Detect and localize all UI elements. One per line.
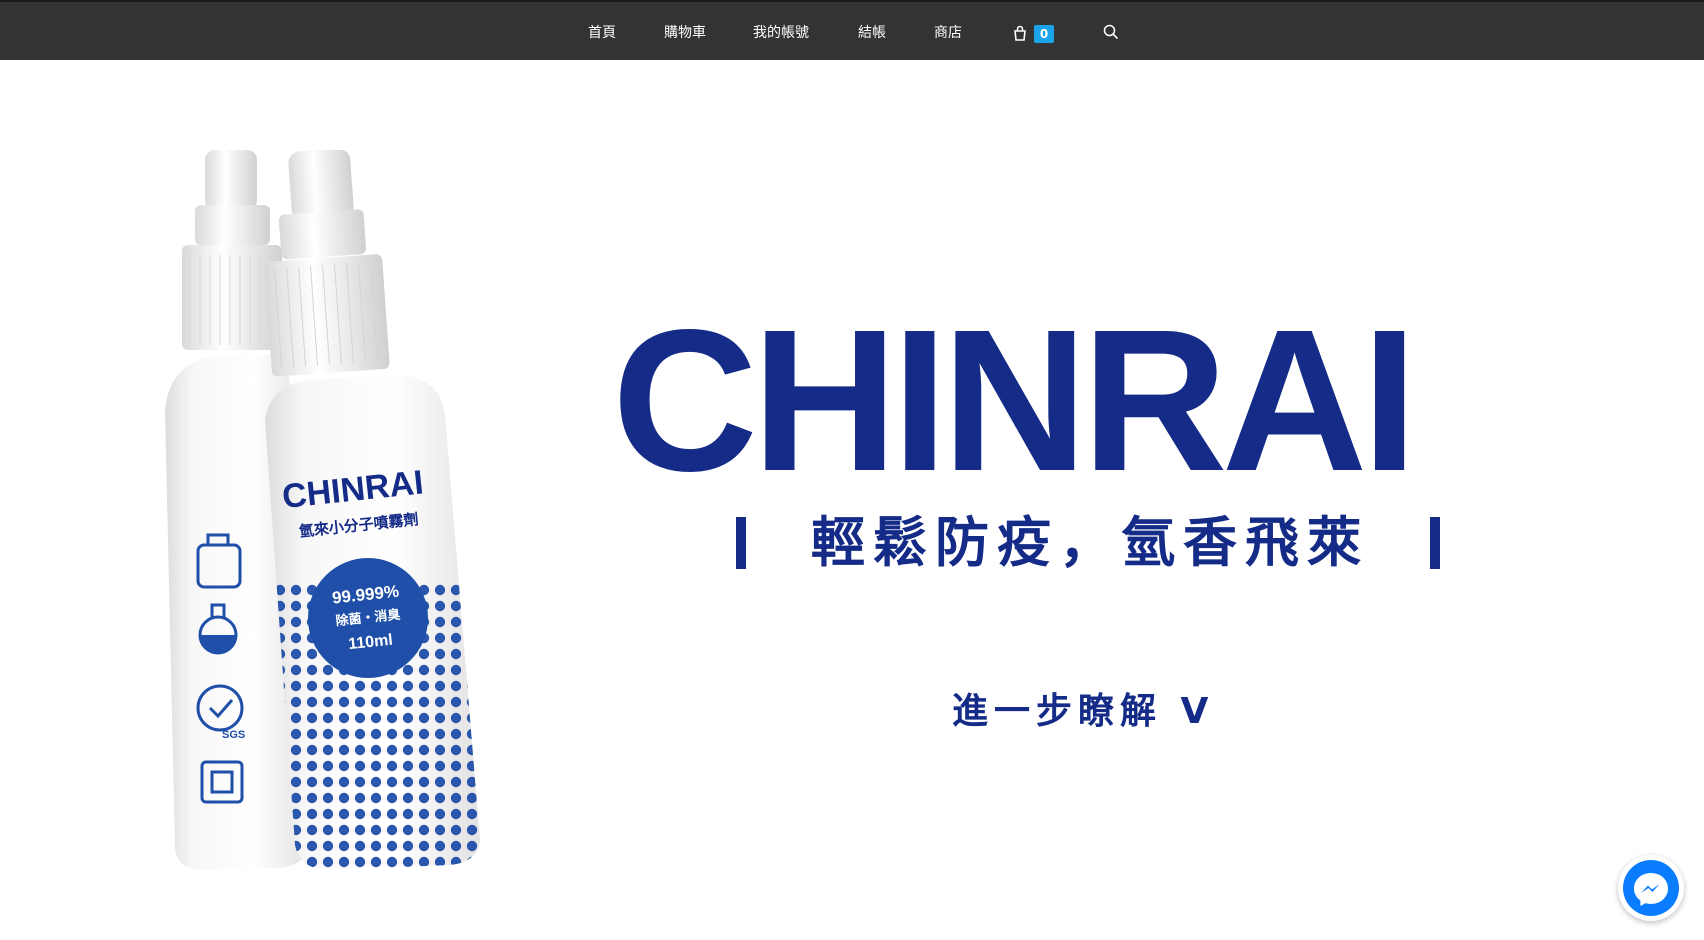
learn-more-link[interactable]: 進一步瞭解 V: [952, 690, 1214, 734]
tagline-right-bar: [1430, 517, 1440, 569]
brand-headline: CHINRAI: [612, 287, 1418, 513]
nav-my-account[interactable]: 我的帳號: [753, 24, 809, 42]
nav-cart[interactable]: 購物車: [664, 24, 706, 42]
hero-section: SGS CHINRAI 氫來小分子噴霧劑 99.999% 除菌・消臭 110ml…: [0, 60, 1704, 933]
cart-count-badge: 0: [1034, 25, 1054, 43]
search-button[interactable]: [1103, 24, 1119, 44]
shopping-bag-icon: [1014, 25, 1026, 41]
nav-home[interactable]: 首頁: [588, 24, 616, 42]
product-bottles-image: SGS CHINRAI 氫來小分子噴霧劑 99.999% 除菌・消臭 110ml: [165, 150, 480, 870]
search-icon: [1103, 24, 1119, 40]
front-bottle: CHINRAI 氫來小分子噴霧劑 99.999% 除菌・消臭 110ml: [264, 150, 480, 870]
nav-checkout[interactable]: 結帳: [858, 24, 886, 42]
main-nav: 首頁 購物車 我的帳號 結帳 商店 0: [0, 2, 1704, 60]
messenger-chat-button[interactable]: [1618, 855, 1684, 921]
nav-shop[interactable]: 商店: [934, 24, 962, 42]
sgs-mark: SGS: [222, 729, 245, 741]
tagline-row: 輕鬆防疫，氫香飛萊: [730, 510, 1450, 580]
tagline: 輕鬆防疫，氫香飛萊: [811, 511, 1369, 574]
top-navbar: 首頁 購物車 我的帳號 結帳 商店 0: [0, 0, 1704, 60]
messenger-icon: [1623, 860, 1679, 916]
tagline-left-bar: [736, 517, 746, 569]
